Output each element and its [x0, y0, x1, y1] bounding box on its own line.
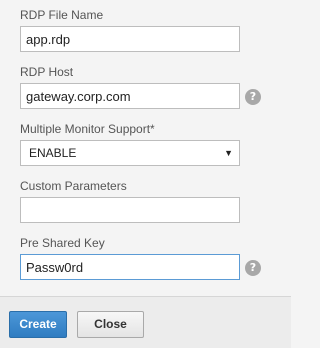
pre-shared-key-label: Pre Shared Key [20, 236, 105, 250]
rdp-host-input[interactable] [20, 83, 240, 109]
rdp-settings-form: RDP File Name RDP Host ? Multiple Monito… [0, 0, 291, 296]
rdp-file-name-label: RDP File Name [20, 8, 104, 22]
custom-parameters-field: Custom Parameters [20, 179, 240, 223]
dialog-footer: Create Close [0, 296, 291, 348]
close-button[interactable]: Close [77, 311, 144, 338]
rdp-host-help-icon[interactable]: ? [245, 89, 261, 105]
rdp-file-name-input[interactable] [20, 26, 240, 52]
rdp-host-label: RDP Host [20, 65, 74, 79]
rdp-file-name-field: RDP File Name [20, 8, 240, 52]
multiple-monitor-support-label: Multiple Monitor Support* [20, 122, 155, 136]
pre-shared-key-field: Pre Shared Key [20, 236, 240, 280]
multiple-monitor-support-field: Multiple Monitor Support* ENABLE ▼ [20, 122, 240, 166]
multiple-monitor-support-select[interactable]: ENABLE ▼ [20, 140, 240, 166]
chevron-down-icon: ▼ [224, 148, 233, 158]
multiple-monitor-support-selected-value: ENABLE [29, 146, 77, 160]
custom-parameters-input[interactable] [20, 197, 240, 223]
custom-parameters-label: Custom Parameters [20, 179, 127, 193]
create-button[interactable]: Create [9, 311, 67, 338]
rdp-host-field: RDP Host [20, 65, 240, 109]
pre-shared-key-input[interactable] [20, 254, 240, 280]
pre-shared-key-help-icon[interactable]: ? [245, 260, 261, 276]
